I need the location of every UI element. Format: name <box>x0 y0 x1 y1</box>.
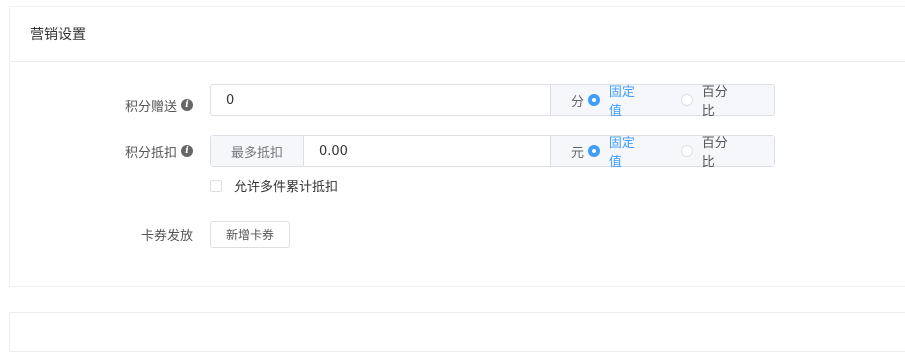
radio-unchecked-icon[interactable] <box>681 145 693 157</box>
points-deduct-input-group: 最多抵扣 0.00 元 固定值 百分比 <box>210 135 775 170</box>
points-deduct-label: 积分抵扣 <box>124 145 177 161</box>
next-panel <box>9 312 905 352</box>
allow-multiple-checkbox[interactable] <box>210 179 222 192</box>
add-coupon-button[interactable]: 新增卡券 <box>210 221 290 248</box>
coupon-label: 卡券发放 <box>140 229 193 244</box>
radio-label-percent: 百分比 <box>701 136 728 170</box>
allow-multiple-checkbox-row[interactable]: 允许多件累计抵扣 <box>210 176 338 195</box>
points-gift-radio-percent[interactable]: 百分比 <box>681 81 740 119</box>
points-gift-type-append: 分 固定值 百分比 <box>550 85 774 119</box>
marketing-settings-panel: 营销设置 积分赠送 i 0 分 固定值 百分比 积分抵扣 i 最多抵扣 0.00… <box>9 6 905 287</box>
points-deduct-type-append: 元 固定值 百分比 <box>550 136 774 170</box>
points-gift-input-group: 0 分 固定值 百分比 <box>210 84 775 119</box>
info-icon[interactable]: i <box>181 99 193 111</box>
points-deduct-radio-fixed[interactable]: 固定值 <box>588 132 647 170</box>
points-gift-label-wrap: 积分赠送 i <box>43 89 193 121</box>
radio-unchecked-icon[interactable] <box>681 94 693 106</box>
radio-label-percent: 百分比 <box>701 85 728 119</box>
points-gift-label: 积分赠送 <box>124 99 177 115</box>
radio-label-fixed: 固定值 <box>608 85 635 119</box>
radio-label-fixed: 固定值 <box>608 136 635 170</box>
panel-title: 营销设置 <box>10 7 905 62</box>
points-deduct-label-wrap: 积分抵扣 i <box>43 135 193 167</box>
points-gift-unit: 分 <box>571 94 585 110</box>
points-deduct-input[interactable]: 0.00 <box>304 136 550 166</box>
points-gift-radio-fixed[interactable]: 固定值 <box>588 81 647 119</box>
info-icon[interactable]: i <box>181 145 193 157</box>
points-deduct-radio-percent[interactable]: 百分比 <box>681 132 740 170</box>
allow-multiple-label: 允许多件累计抵扣 <box>234 180 339 195</box>
points-gift-input[interactable]: 0 <box>211 85 550 115</box>
points-deduct-prefix: 最多抵扣 <box>211 136 304 166</box>
radio-checked-icon[interactable] <box>588 145 600 157</box>
coupon-label-wrap: 卡券发放 <box>43 221 193 248</box>
points-deduct-unit: 元 <box>571 145 585 161</box>
radio-checked-icon[interactable] <box>588 94 600 106</box>
